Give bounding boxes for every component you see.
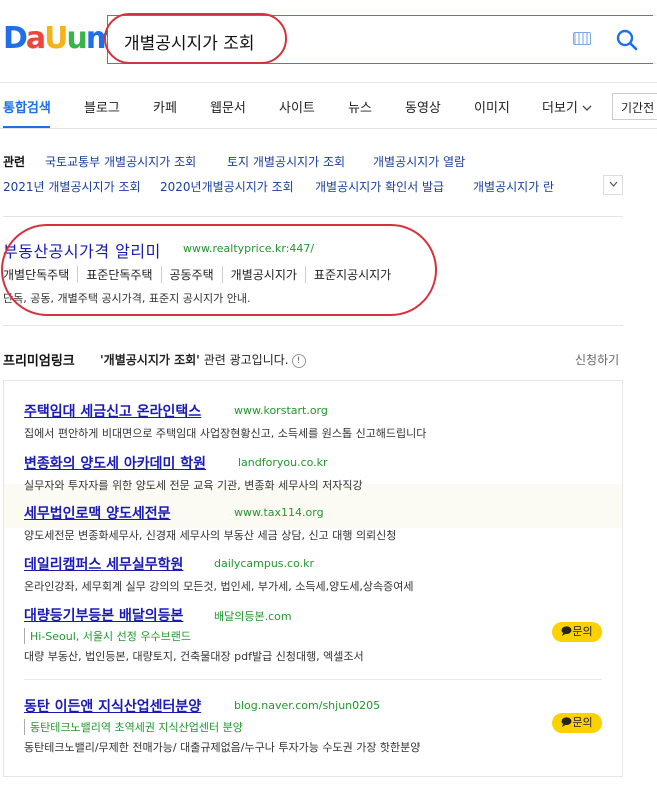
- inquiry-button[interactable]: 문의: [552, 622, 602, 642]
- tab-more[interactable]: 더보기: [542, 97, 592, 116]
- tab-video[interactable]: 동영상: [405, 97, 441, 116]
- apply-ad-link[interactable]: 신청하기: [575, 351, 619, 368]
- tab-more-label: 더보기: [542, 101, 578, 116]
- ad-title-link[interactable]: 동탄 이든앤 지식산업센터분양: [24, 696, 201, 716]
- ad-url[interactable]: blog.naver.com/shjun0205: [234, 699, 380, 712]
- related-link[interactable]: 토지 개별공시지가 조회: [227, 153, 345, 170]
- premium-suffix: 관련 광고입니다.: [203, 353, 289, 367]
- ad-title-link[interactable]: 세무법인로맥 양도세전문: [24, 503, 171, 523]
- ad-url[interactable]: dailycampus.co.kr: [214, 557, 314, 570]
- ad-url[interactable]: landforyou.co.kr: [238, 456, 328, 469]
- tab-cafe[interactable]: 카페: [153, 97, 177, 116]
- logo-letter: a: [25, 21, 46, 56]
- ad-description: 실무자와 투자자를 위한 양도세 전문 교육 기관, 변종화 세무사의 저자직강: [24, 479, 363, 492]
- chat-bubble-icon: [561, 626, 572, 636]
- chat-bubble-icon: [561, 717, 572, 727]
- period-filter[interactable]: 기간전: [612, 93, 657, 120]
- ad-url[interactable]: www.korstart.org: [234, 404, 328, 417]
- ad-description: 온라인강좌, 세무회계 실무 강의의 모든것, 법인세, 부가세, 소득세,양도…: [24, 580, 414, 593]
- related-heading: 관련: [3, 155, 26, 169]
- tab-blog[interactable]: 블로그: [84, 97, 120, 116]
- ad-description: 동탄테크노밸리/무제한 전매가능/ 대출규제없음/누구나 투자가능 수도권 가장…: [24, 741, 421, 754]
- premium-query-note: '개별공시지가 조회' 관련 광고입니다.!: [100, 351, 306, 368]
- premium-heading: 프리미엄링크: [3, 354, 75, 369]
- keyboard-icon[interactable]: [573, 32, 591, 45]
- site-description: 단독, 공동, 개별주택 공시가격, 표준지 공시지가 안내.: [3, 292, 251, 305]
- logo-letter: u: [66, 21, 88, 56]
- tab-news[interactable]: 뉴스: [348, 97, 372, 116]
- section-divider: [3, 325, 623, 326]
- site-links: 개별단독주택 표준단독주택 공동주택 개별공시지가 표준지공시지가: [3, 266, 399, 283]
- tab-site[interactable]: 사이트: [279, 97, 315, 116]
- ad-description: 대량 부동산, 법인등본, 대량토지, 건축물대장 pdf발급 신청대행, 엑셀…: [24, 650, 364, 663]
- site-title-link[interactable]: 부동산공시가격 알리미: [3, 238, 161, 262]
- ad-list: 주택임대 세금신고 온라인택스 www.korstart.org 집에서 편안하…: [3, 380, 623, 777]
- ad-subtitle: Hi-Seoul, 서울시 선정 우수브랜드: [24, 628, 191, 644]
- ad-divider: [24, 679, 602, 680]
- tab-image[interactable]: 이미지: [474, 97, 510, 116]
- premium-query: '개별공시지가 조회': [100, 353, 200, 367]
- related-link[interactable]: 2021년 개별공시지가 조회: [3, 178, 141, 195]
- tab-all[interactable]: 통합검색: [3, 97, 51, 116]
- inquiry-button[interactable]: 문의: [552, 713, 602, 733]
- search-box[interactable]: 개별공시지가 조회: [107, 15, 653, 64]
- info-icon[interactable]: !: [291, 353, 306, 368]
- tab-divider: [0, 128, 657, 129]
- logo-letter: U: [44, 21, 68, 56]
- chevron-down-icon: [582, 105, 592, 111]
- inquiry-label: 문의: [572, 625, 593, 638]
- tab-web[interactable]: 웹문서: [210, 97, 246, 116]
- related-link[interactable]: 개별공시지가 확인서 발급: [315, 178, 444, 195]
- ad-title-link[interactable]: 데일리캠퍼스 세무실무학원: [24, 554, 183, 574]
- ad-title-link[interactable]: 대량등기부등본 배달의등본: [24, 605, 183, 625]
- site-link[interactable]: 표준단독주택: [77, 266, 160, 283]
- ad-description: 집에서 편안하게 비대면으로 주택임대 사업장현황신고, 소득세를 원스톱 신고…: [24, 427, 427, 440]
- related-link[interactable]: 국토교통부 개별공시지가 조회: [45, 153, 196, 170]
- inquiry-label: 문의: [572, 716, 593, 729]
- chevron-down-icon: [609, 181, 617, 187]
- daum-logo[interactable]: DaUum: [3, 21, 117, 56]
- section-divider: [3, 216, 623, 217]
- site-link[interactable]: 개별단독주택: [3, 266, 77, 283]
- related-link[interactable]: 2020년개별공시지가 조회: [160, 178, 294, 195]
- ad-title-link[interactable]: 변종화의 양도세 아카데미 학원: [24, 453, 206, 473]
- search-icon[interactable]: [616, 29, 638, 51]
- expand-related-button[interactable]: [603, 175, 623, 195]
- site-link[interactable]: 표준지공시지가: [304, 266, 399, 283]
- ad-subtitle: 동탄테크노밸리역 초역세권 지식산업센터 분양: [24, 719, 243, 735]
- ad-description: 양도세전문 변종화세무사, 신경재 세무사의 부동산 세금 상담, 신고 대행 …: [24, 529, 397, 542]
- header-divider: [0, 82, 657, 83]
- site-link[interactable]: 개별공시지가: [221, 266, 305, 283]
- ad-url[interactable]: www.tax114.org: [234, 506, 324, 519]
- site-url[interactable]: www.realtyprice.kr:447/: [183, 242, 314, 255]
- search-input[interactable]: 개별공시지가 조회: [124, 29, 255, 54]
- ad-url[interactable]: 배달의등본.com: [214, 608, 292, 624]
- related-link[interactable]: 개별공시지가 열람: [373, 153, 465, 170]
- related-link[interactable]: 개별공시지가 란: [473, 178, 554, 195]
- logo-letter: D: [3, 21, 28, 56]
- ad-title-link[interactable]: 주택임대 세금신고 온라인택스: [24, 401, 201, 421]
- site-link[interactable]: 공동주택: [160, 266, 222, 283]
